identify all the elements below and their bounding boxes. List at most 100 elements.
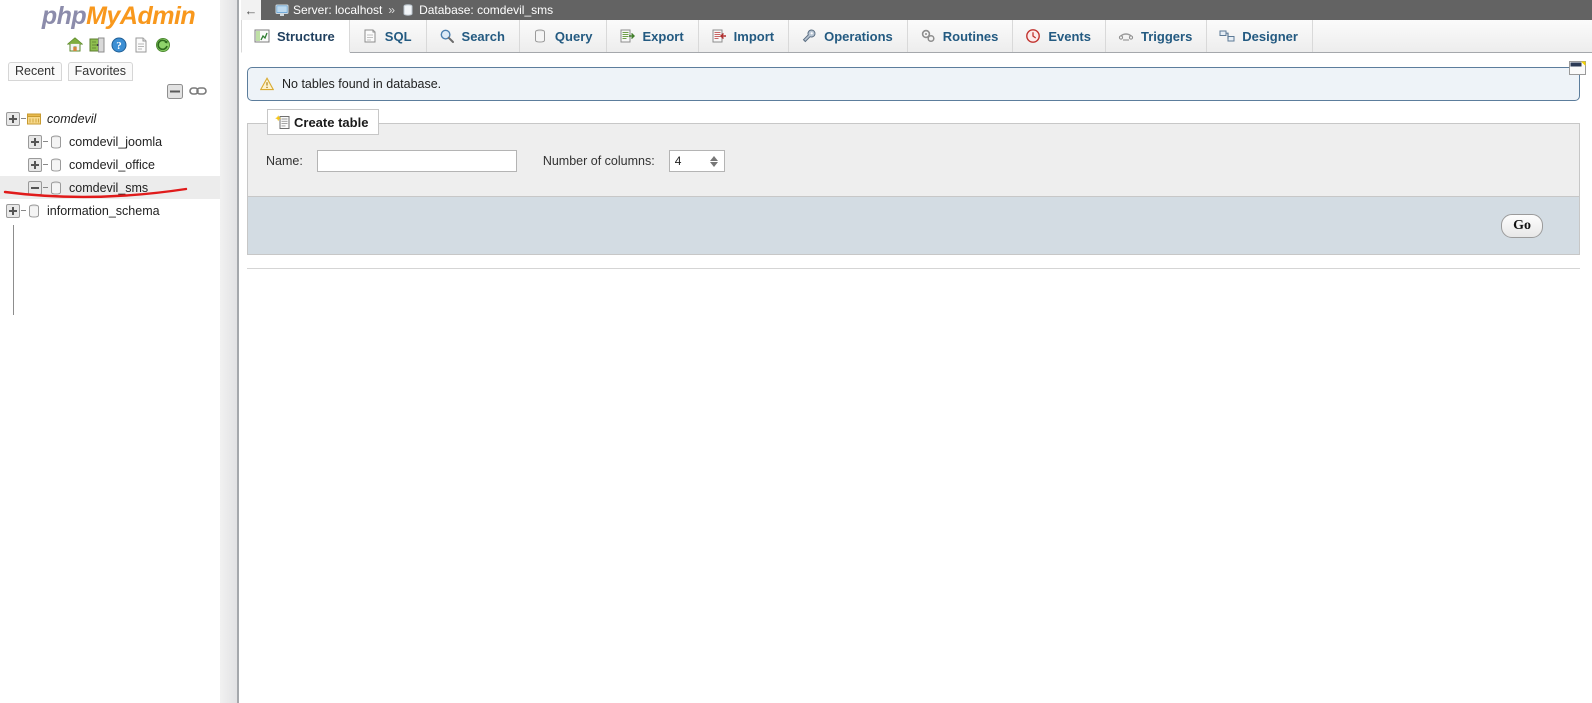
events-icon	[1025, 28, 1041, 44]
logo-php-text: php	[41, 2, 87, 30]
tree-node-label[interactable]: comdevil	[47, 112, 96, 126]
stepper-up-icon[interactable]	[709, 155, 718, 161]
phpmyadmin-logo[interactable]: phpMyAdmin	[0, 0, 237, 29]
server-icon	[275, 3, 289, 17]
tab-query[interactable]: Query	[520, 20, 608, 52]
svg-text:?: ?	[116, 40, 122, 52]
database-group-icon	[26, 111, 42, 127]
database-icon	[401, 3, 415, 17]
database-icon	[26, 203, 42, 219]
table-name-label: Name:	[266, 154, 303, 168]
tree-node-comdevil[interactable]: comdevil	[0, 107, 237, 130]
tree-node-comdevil-joomla[interactable]: comdevil_joomla	[0, 130, 237, 153]
link-with-main-panel-icon[interactable]	[189, 85, 207, 100]
tab-label: SQL	[384, 28, 412, 44]
main-panel: ← Server: localhost » Database: comdevil…	[241, 0, 1592, 703]
tab-bar: Structure SQL Search Query Export Import…	[241, 20, 1592, 53]
create-table-card: Name: Number of columns: Go	[247, 123, 1580, 255]
breadcrumb: ← Server: localhost » Database: comdevil…	[241, 0, 1592, 20]
sidebar-tab-favorites[interactable]: Favorites	[67, 62, 134, 81]
triggers-icon	[1118, 28, 1134, 44]
designer-icon	[1219, 28, 1235, 44]
database-icon	[48, 180, 64, 196]
warning-icon	[259, 77, 275, 91]
breadcrumb-content: Server: localhost » Database: comdevil_s…	[261, 3, 553, 17]
create-table-legend[interactable]: Create table	[267, 109, 380, 135]
tree-node-comdevil-office[interactable]: comdevil_office	[0, 153, 237, 176]
columns-count-label: Number of columns:	[542, 154, 655, 168]
table-name-input[interactable]	[316, 150, 517, 172]
phpmyadmin-window: phpMyAdmin ? Recent Favorites comdevil c…	[0, 0, 1592, 703]
tab-label: Designer	[1242, 28, 1298, 44]
console-icon[interactable]	[1569, 61, 1586, 75]
expand-toggle-icon[interactable]	[6, 111, 20, 126]
sql-icon	[362, 28, 378, 44]
sql-docs-icon[interactable]	[133, 37, 149, 53]
stepper-down-icon[interactable]	[709, 161, 718, 167]
tree-node-information-schema[interactable]: information_schema	[0, 199, 237, 222]
breadcrumb-server-label[interactable]: Server: localhost	[293, 3, 382, 17]
docs-icon[interactable]: ?	[111, 37, 127, 53]
create-table-form: Name: Number of columns:	[248, 124, 1579, 196]
content-area: No tables found in database. Create tabl…	[241, 53, 1592, 269]
sidebar-icon-row: ?	[0, 34, 237, 56]
tab-import[interactable]: Import	[699, 20, 790, 52]
tree-vertical-connector	[13, 225, 14, 315]
tab-label: Query	[554, 28, 593, 44]
expand-toggle-icon[interactable]	[28, 134, 42, 149]
expand-toggle-icon[interactable]	[28, 157, 42, 172]
tab-label: Routines	[942, 28, 999, 44]
database-icon	[48, 157, 64, 173]
tree-node-label[interactable]: comdevil_joomla	[69, 135, 162, 149]
tab-routines[interactable]: Routines	[908, 20, 1014, 52]
go-button[interactable]: Go	[1501, 213, 1543, 238]
collapse-toggle-icon[interactable]	[28, 180, 42, 195]
collapse-all-icon[interactable]	[167, 83, 183, 102]
tab-search[interactable]: Search	[427, 20, 520, 52]
tab-label: Import	[733, 28, 775, 44]
columns-count-input[interactable]	[669, 151, 704, 171]
create-table-legend-label: Create table	[294, 114, 369, 130]
sidebar-recent-favorites-tabs: Recent Favorites	[0, 56, 237, 81]
tab-label: Triggers	[1141, 28, 1193, 44]
tab-label: Operations	[824, 28, 893, 44]
tab-operations[interactable]: Operations	[789, 20, 908, 52]
content-divider	[247, 268, 1580, 269]
routines-icon	[920, 28, 936, 44]
tab-label: Structure	[277, 28, 335, 44]
expand-toggle-icon[interactable]	[6, 203, 20, 218]
notice-text: No tables found in database.	[282, 77, 442, 91]
tab-label: Search	[461, 28, 505, 44]
stepper-arrows[interactable]	[704, 151, 724, 171]
tree-node-label[interactable]: comdevil_sms	[69, 181, 148, 195]
navigation-sidebar: phpMyAdmin ? Recent Favorites comdevil c…	[0, 0, 239, 703]
back-button[interactable]: ←	[241, 0, 261, 20]
tab-sql[interactable]: SQL	[350, 20, 427, 52]
home-icon[interactable]	[66, 37, 83, 53]
breadcrumb-database-label[interactable]: Database: comdevil_sms	[419, 3, 553, 17]
operations-icon	[801, 28, 817, 44]
create-table-section: Create table Name: Number of columns: 4 …	[247, 109, 1580, 255]
logout-icon[interactable]	[89, 37, 105, 53]
tab-structure[interactable]: Structure	[241, 20, 350, 53]
sidebar-tab-recent[interactable]: Recent	[8, 62, 62, 81]
tab-designer[interactable]: Designer	[1207, 20, 1313, 52]
no-tables-notice: No tables found in database.	[247, 67, 1580, 101]
create-table-footer: Go	[248, 196, 1579, 254]
tab-export[interactable]: Export	[607, 20, 699, 52]
columns-count-stepper[interactable]	[668, 150, 725, 172]
tree-node-label[interactable]: comdevil_office	[69, 158, 155, 172]
tab-triggers[interactable]: Triggers	[1106, 20, 1208, 52]
tab-label: Events	[1048, 28, 1091, 44]
tree-controls	[0, 81, 237, 103]
tab-events[interactable]: Events	[1013, 20, 1106, 52]
sidebar-scrollbar[interactable]	[220, 0, 237, 703]
tree-node-label[interactable]: information_schema	[47, 204, 160, 218]
import-icon	[711, 28, 727, 44]
tree-node-comdevil-sms[interactable]: comdevil_sms	[0, 176, 237, 199]
structure-icon	[254, 28, 270, 44]
reload-icon[interactable]	[155, 37, 171, 53]
database-tree: comdevil comdevil_joomla comdevil_office…	[0, 107, 237, 315]
logo-myadmin-text: MyAdmin	[86, 2, 196, 30]
tab-label: Export	[642, 28, 684, 44]
